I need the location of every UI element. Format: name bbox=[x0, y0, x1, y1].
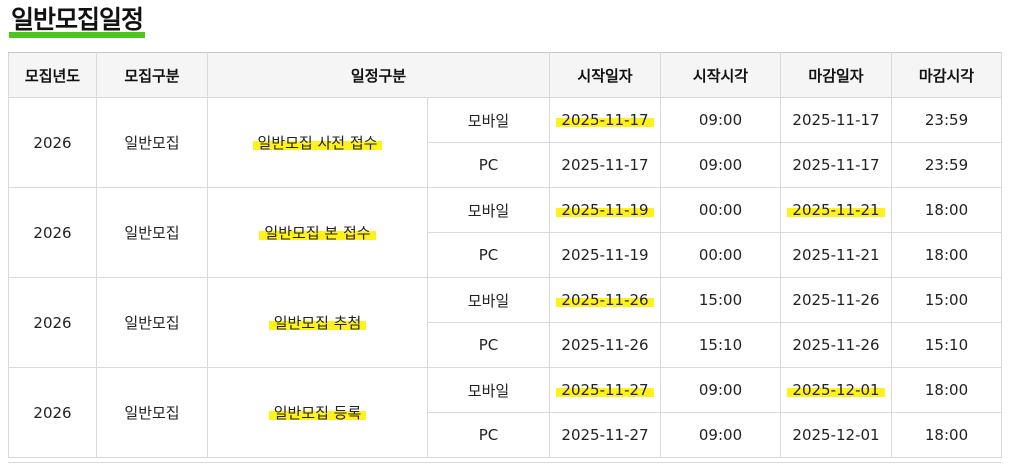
start-date-highlighted: 2025-11-19 bbox=[556, 201, 654, 219]
start-time-cell: 00:00 bbox=[660, 232, 782, 278]
category-cell: 일반모집 bbox=[96, 187, 208, 278]
start-date-cell: 2025-11-27 bbox=[549, 412, 662, 458]
header-end-date: 마감일자 bbox=[780, 52, 893, 98]
header-start-time: 시작시각 bbox=[660, 52, 782, 98]
category-cell: 일반모집 bbox=[96, 97, 208, 188]
channel-cell: PC bbox=[426, 412, 551, 458]
stage-label: 일반모집 등록 bbox=[268, 404, 367, 422]
start-time-cell: 09:00 bbox=[660, 142, 782, 188]
start-date-cell: 2025-11-19 bbox=[549, 232, 662, 278]
year-cell: 2026 bbox=[8, 187, 97, 278]
start-time-cell: 15:10 bbox=[660, 322, 782, 368]
category-cell: 일반모집 bbox=[96, 367, 208, 458]
start-time-cell: 09:00 bbox=[660, 97, 782, 143]
stage-cell: 일반모집 등록 bbox=[207, 367, 428, 458]
year-cell: 2026 bbox=[8, 97, 97, 188]
category-cell: 일반모집 bbox=[96, 277, 208, 368]
start-date-cell: 2025-11-27 bbox=[549, 367, 662, 413]
recruitment-schedule-table: 모집년도 모집구분 일정구분 시작일자 시작시각 마감일자 마감시각 2026 … bbox=[8, 52, 1003, 458]
table-row: 2026 일반모집 일반모집 본 접수 모바일 2025-11-19 00:00… bbox=[8, 187, 1003, 278]
start-date-highlighted: 2025-11-27 bbox=[556, 381, 654, 399]
end-date-cell: 2025-11-26 bbox=[780, 277, 893, 323]
channel-cell: 모바일 bbox=[426, 97, 551, 143]
start-time-cell: 09:00 bbox=[660, 412, 782, 458]
end-time-cell: 15:00 bbox=[891, 277, 1003, 323]
start-date-highlighted: 2025-11-26 bbox=[556, 291, 654, 309]
end-date-cell: 2025-12-01 bbox=[780, 367, 893, 413]
end-time-cell: 18:00 bbox=[891, 412, 1003, 458]
table-row: 2026 일반모집 일반모집 사전 접수 모바일 2025-11-17 09:0… bbox=[8, 97, 1003, 188]
header-stage: 일정구분 bbox=[206, 52, 551, 98]
end-date-highlighted: 2025-11-21 bbox=[787, 201, 885, 219]
end-date-cell: 2025-12-01 bbox=[780, 412, 893, 458]
start-time-cell: 09:00 bbox=[660, 367, 782, 413]
year-cell: 2026 bbox=[8, 367, 97, 458]
table-header-row: 모집년도 모집구분 일정구분 시작일자 시작시각 마감일자 마감시각 bbox=[8, 52, 1003, 98]
stage-label: 일반모집 추첨 bbox=[268, 314, 367, 332]
start-date-cell: 2025-11-26 bbox=[549, 277, 662, 323]
start-date-cell: 2025-11-17 bbox=[549, 97, 662, 143]
start-date-cell: 2025-11-17 bbox=[549, 142, 662, 188]
channel-cell: PC bbox=[426, 142, 551, 188]
channel-cell: 모바일 bbox=[426, 187, 551, 233]
end-time-cell: 23:59 bbox=[891, 142, 1003, 188]
end-time-cell: 15:10 bbox=[891, 322, 1003, 368]
table-row: 2026 일반모집 일반모집 추첨 모바일 2025-11-26 15:00 2… bbox=[8, 277, 1003, 368]
table-bottom-divider bbox=[8, 462, 1001, 463]
header-category: 모집구분 bbox=[96, 52, 208, 98]
end-date-highlighted: 2025-12-01 bbox=[787, 381, 885, 399]
end-time-cell: 18:00 bbox=[891, 232, 1003, 278]
end-date-cell: 2025-11-26 bbox=[780, 322, 893, 368]
stage-cell: 일반모집 추첨 bbox=[207, 277, 428, 368]
start-time-cell: 00:00 bbox=[660, 187, 782, 233]
end-date-cell: 2025-11-21 bbox=[780, 232, 893, 278]
page-title: 일반모집일정 bbox=[9, 2, 146, 38]
stage-cell: 일반모집 본 접수 bbox=[207, 187, 428, 278]
end-time-cell: 18:00 bbox=[891, 187, 1003, 233]
channel-cell: 모바일 bbox=[426, 367, 551, 413]
end-date-cell: 2025-11-17 bbox=[780, 97, 893, 143]
header-start-date: 시작일자 bbox=[549, 52, 662, 98]
channel-cell: PC bbox=[426, 232, 551, 278]
header-year: 모집년도 bbox=[8, 52, 97, 98]
start-date-highlighted: 2025-11-17 bbox=[556, 111, 654, 129]
stage-label: 일반모집 본 접수 bbox=[259, 224, 376, 242]
year-cell: 2026 bbox=[8, 277, 97, 368]
start-date-cell: 2025-11-26 bbox=[549, 322, 662, 368]
end-time-cell: 18:00 bbox=[891, 367, 1003, 413]
channel-cell: PC bbox=[426, 322, 551, 368]
end-date-cell: 2025-11-21 bbox=[780, 187, 893, 233]
table-row: 2026 일반모집 일반모집 등록 모바일 2025-11-27 09:00 2… bbox=[8, 367, 1003, 458]
start-time-cell: 15:00 bbox=[660, 277, 782, 323]
stage-cell: 일반모집 사전 접수 bbox=[207, 97, 428, 188]
stage-label: 일반모집 사전 접수 bbox=[252, 134, 383, 152]
end-date-cell: 2025-11-17 bbox=[780, 142, 893, 188]
header-end-time: 마감시각 bbox=[891, 52, 1003, 98]
channel-cell: 모바일 bbox=[426, 277, 551, 323]
start-date-cell: 2025-11-19 bbox=[549, 187, 662, 233]
end-time-cell: 23:59 bbox=[891, 97, 1003, 143]
